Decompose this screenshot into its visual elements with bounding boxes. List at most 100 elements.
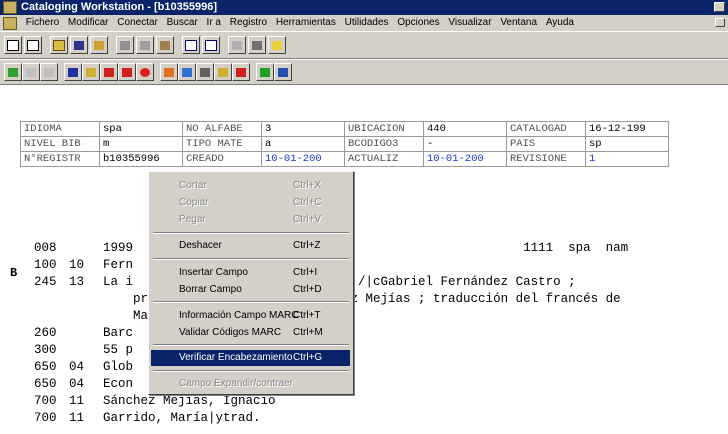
field-value[interactable]: m <box>99 136 183 152</box>
field-value[interactable]: 440 <box>423 121 507 137</box>
print-icon[interactable] <box>248 36 266 54</box>
menu-item-verify-heading[interactable]: Verificar Encabezamiento Ctrl+G <box>151 350 350 366</box>
close-icon[interactable] <box>118 63 136 81</box>
marc-tag: 100 <box>34 258 57 272</box>
field-value[interactable]: spa <box>99 121 183 137</box>
marc-tag: 650 <box>34 377 57 391</box>
bookmark-icon[interactable] <box>160 63 178 81</box>
field-label: TIPO MATE <box>182 136 262 152</box>
field-value[interactable]: sp <box>585 136 669 152</box>
menu-fichero[interactable]: Fichero <box>23 15 62 31</box>
field-label: NIVEL BIB <box>20 136 100 152</box>
menu-separator <box>153 370 349 372</box>
record-marker: B <box>10 266 18 280</box>
marc-text: Garrido, María|ytrad. <box>103 411 261 425</box>
menu-buscar[interactable]: Buscar <box>164 15 201 31</box>
menu-item-label: Borrar Campo <box>179 284 242 295</box>
menu-item-shortcut: Ctrl+X <box>293 180 322 191</box>
menu-item-label: Copiar <box>179 197 209 208</box>
standard-toolbar <box>0 31 728 59</box>
menu-item-expand-field[interactable]: Campo Expandir/contraer <box>151 376 350 392</box>
field-value[interactable]: a <box>261 136 345 152</box>
check-icon[interactable] <box>232 63 250 81</box>
paste-icon[interactable] <box>156 36 174 54</box>
fields-icon[interactable] <box>256 63 274 81</box>
cut-icon[interactable] <box>116 36 134 54</box>
app-icon[interactable] <box>3 1 17 14</box>
title-bar: Cataloging Workstation - [b10355996] <box>0 0 728 15</box>
doc-minimize-button[interactable] <box>715 18 725 27</box>
field-label: NO ALFABE <box>182 121 262 137</box>
menu-item-validate-marc[interactable]: Validar Códigos MARC Ctrl+M <box>151 325 350 341</box>
menu-utilidades[interactable]: Utilidades <box>342 15 392 31</box>
menu-separator <box>153 301 349 303</box>
fixed-fields-table: IDIOMA spa NO ALFABE 3 UBICACION 440 CAT… <box>20 121 669 167</box>
preview-icon[interactable] <box>228 36 246 54</box>
edit-icon[interactable] <box>90 36 108 54</box>
record-toolbar <box>0 59 728 85</box>
field-label: ACTUALIZ <box>344 151 424 167</box>
template-icon[interactable] <box>24 36 42 54</box>
heading-icon[interactable] <box>214 63 232 81</box>
field-value[interactable]: 10-01-200 <box>261 151 345 167</box>
upload-icon[interactable] <box>82 63 100 81</box>
menu-opciones[interactable]: Opciones <box>394 15 442 31</box>
marc-tag: 650 <box>34 360 57 374</box>
field-value[interactable]: 1 <box>585 151 669 167</box>
marc-indicators: 13 <box>69 275 85 289</box>
menu-item-shortcut: Ctrl+V <box>293 214 322 225</box>
record-editor[interactable]: IDIOMA spa NO ALFABE 3 UBICACION 440 CAT… <box>0 85 728 434</box>
save-icon[interactable] <box>70 36 88 54</box>
open-icon[interactable] <box>50 36 68 54</box>
minimize-button[interactable] <box>714 2 725 12</box>
menu-item-label: Insertar Campo <box>179 267 248 278</box>
field-value[interactable]: b10355996 <box>99 151 183 167</box>
menu-conectar[interactable]: Conectar <box>114 15 161 31</box>
split-icon[interactable] <box>202 36 220 54</box>
marc-indicators: 04 <box>69 377 85 391</box>
field-label: REVISIONE <box>506 151 586 167</box>
menu-herramientas[interactable]: Herramientas <box>273 15 339 31</box>
field-label: PAIS <box>506 136 586 152</box>
menu-item-undo[interactable]: Deshacer Ctrl+Z <box>151 238 350 254</box>
field-value[interactable]: 16-12-199 <box>585 121 669 137</box>
window-icon[interactable] <box>182 36 200 54</box>
table-row: N°REGISTR b10355996 CREADO 10-01-200 ACT… <box>20 151 669 167</box>
menu-item-shortcut: Ctrl+Z <box>293 240 321 251</box>
field-value[interactable]: 10-01-200 <box>423 151 507 167</box>
menu-visualizar[interactable]: Visualizar <box>445 15 494 31</box>
stop-icon[interactable] <box>136 63 154 81</box>
diacritics-icon[interactable] <box>178 63 196 81</box>
marc-text: 55 p <box>103 343 134 357</box>
menu-ir-a[interactable]: Ir a <box>204 15 224 31</box>
menu-item-delete-field[interactable]: Borrar Campo Ctrl+D <box>151 282 350 298</box>
menu-separator <box>153 344 349 346</box>
field-value[interactable]: 3 <box>261 121 345 137</box>
menu-item-paste[interactable]: Pegar Ctrl+V <box>151 212 350 228</box>
text-icon[interactable] <box>196 63 214 81</box>
cancel-icon[interactable] <box>100 63 118 81</box>
delete-icon[interactable] <box>40 63 58 81</box>
prev-record-icon[interactable] <box>4 63 22 81</box>
field-value[interactable]: - <box>423 136 507 152</box>
copy-icon[interactable] <box>136 36 154 54</box>
menu-ayuda[interactable]: Ayuda <box>543 15 577 31</box>
menu-modificar[interactable]: Modificar <box>65 15 112 31</box>
table-row: NIVEL BIB m TIPO MATE a BCODIGO3 - PAIS … <box>20 136 669 152</box>
menu-ventana[interactable]: Ventana <box>497 15 540 31</box>
menu-item-marc-info[interactable]: Información Campo MARC Ctrl+T <box>151 308 350 324</box>
field-label: CREADO <box>182 151 262 167</box>
help-icon[interactable] <box>268 36 286 54</box>
menu-separator <box>153 258 349 260</box>
menu-item-shortcut: Ctrl+T <box>293 310 321 321</box>
save-record-icon[interactable] <box>64 63 82 81</box>
list-icon[interactable] <box>274 63 292 81</box>
document-icon[interactable] <box>3 17 17 30</box>
menu-item-cut[interactable]: Cortar Ctrl+X <box>151 178 350 194</box>
menu-item-insert-field[interactable]: Insertar Campo Ctrl+I <box>151 265 350 281</box>
menu-item-label: Información Campo MARC <box>179 310 299 321</box>
new-icon[interactable] <box>4 36 22 54</box>
menu-item-copy[interactable]: Copiar Ctrl+C <box>151 195 350 211</box>
insert-icon[interactable] <box>22 63 40 81</box>
menu-registro[interactable]: Registro <box>227 15 270 31</box>
